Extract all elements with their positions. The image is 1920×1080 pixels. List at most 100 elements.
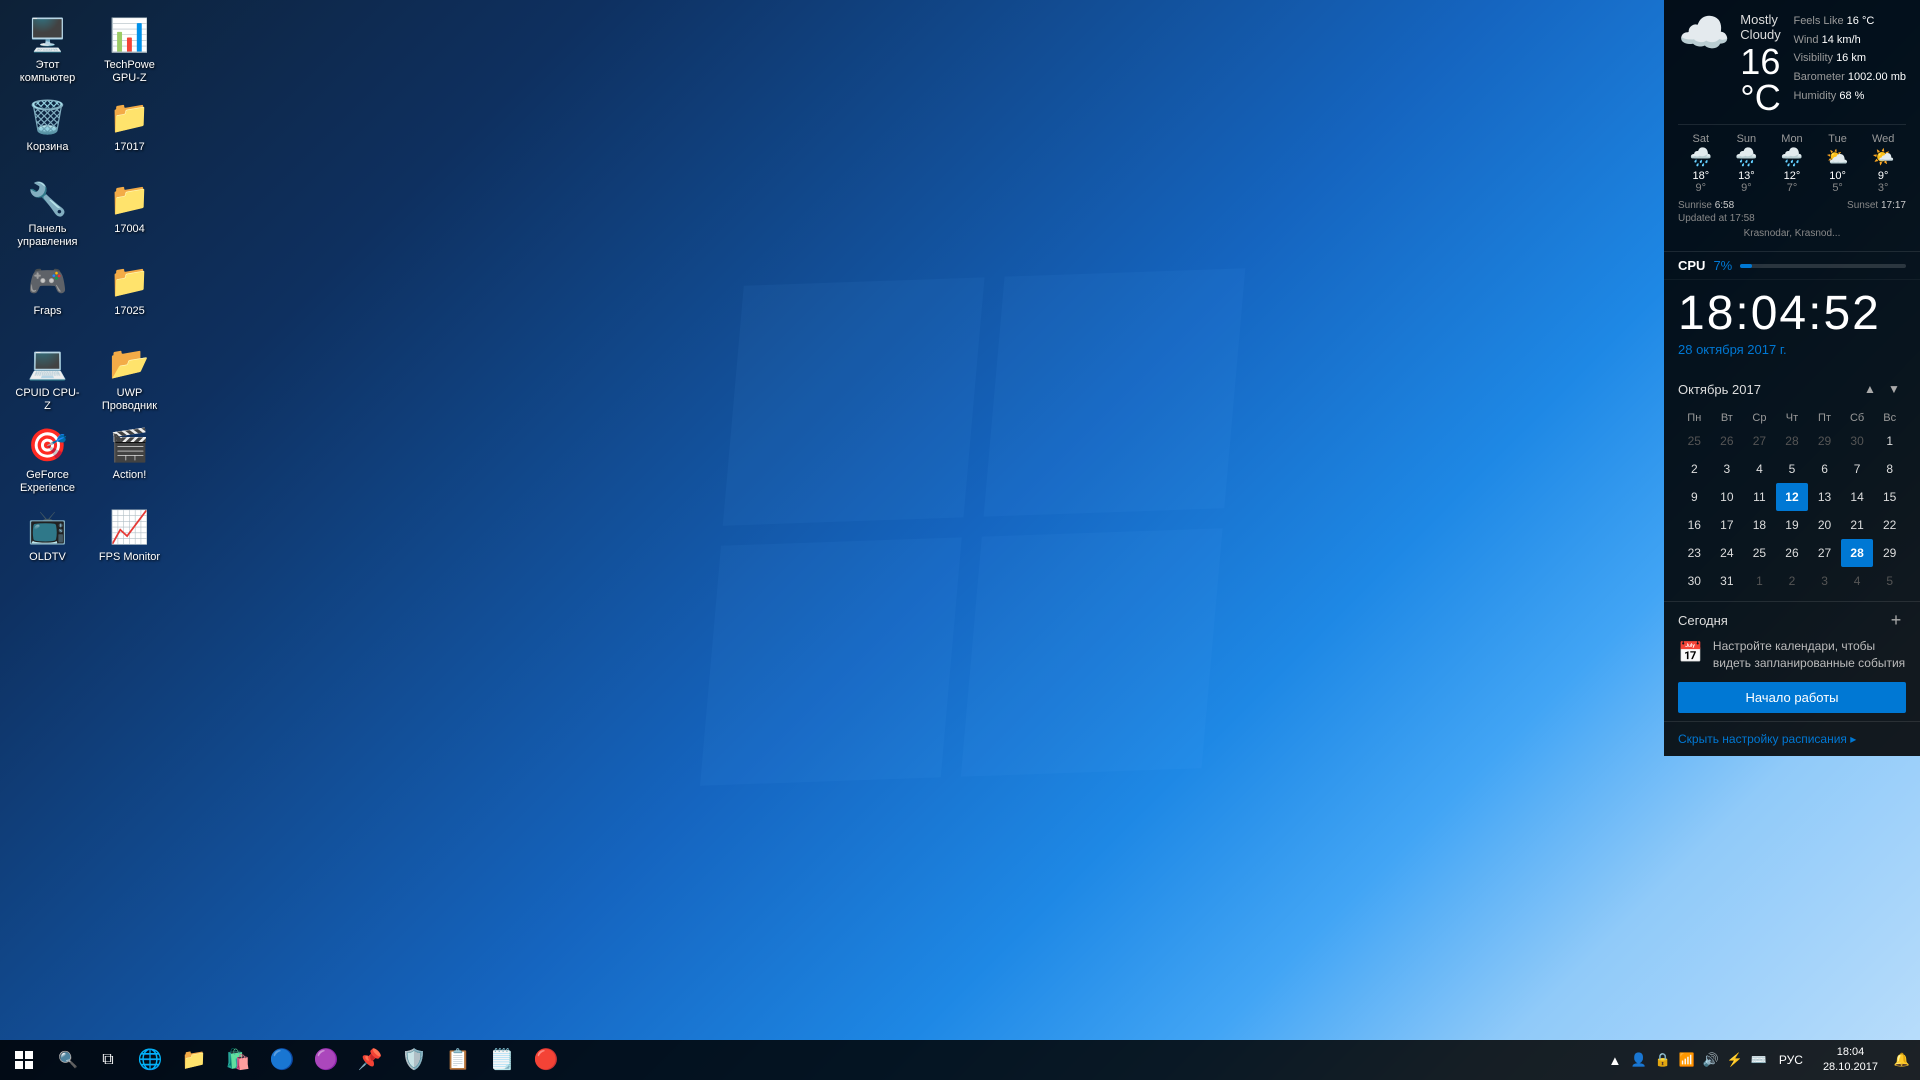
cal-day-0-3[interactable]: 28 [1776,427,1809,455]
tray-sound[interactable]: 🔊 [1701,1050,1721,1070]
wind-label: Wind [1793,34,1818,46]
desktop-icon-oldtv[interactable]: 📺 OLDTV [10,502,85,569]
forecast-sun: Sun 🌧️ 13° 9° [1724,133,1770,194]
cal-day-4-0[interactable]: 23 [1678,539,1711,567]
taskbar-app-app6[interactable]: 📌 [348,1040,392,1080]
today-label: Сегодня [1678,613,1728,628]
desktop-icon-folder-17004[interactable]: 📁 17004 [92,174,167,241]
cal-day-3-6[interactable]: 22 [1873,511,1906,539]
cal-day-4-1[interactable]: 24 [1711,539,1744,567]
calendar-month-year: Октябрь 2017 [1678,382,1858,397]
taskbar-clock-time: 18:04 [1837,1045,1865,1060]
icon-img-control-panel: 🔧 [28,179,68,219]
cal-day-3-4[interactable]: 20 [1808,511,1841,539]
desktop-icon-folder-17025[interactable]: 📁 17025 [92,256,167,323]
taskbar-clock[interactable]: 18:04 28.10.2017 [1813,1045,1888,1076]
desktop-icon-this-pc[interactable]: 🖥️ Этот компьютер [10,10,85,90]
weather-details: Feels Like 16 °C Wind 14 km/h Visibility… [1793,12,1906,105]
cal-day-1-3[interactable]: 5 [1776,455,1809,483]
taskbar-search-button[interactable]: 🔍 [48,1040,88,1080]
icon-label-folder-17004: 17004 [114,223,145,236]
taskbar-app-explorer[interactable]: 📁 [172,1040,216,1080]
cal-day-3-5[interactable]: 21 [1841,511,1874,539]
tray-battery[interactable]: ⚡ [1725,1050,1745,1070]
cal-day-4-5[interactable]: 28 [1841,539,1874,567]
icon-img-fraps: 🎮 [28,261,68,301]
desktop-icon-uwp[interactable]: 📂 UWP Проводник [92,338,167,418]
cal-nav-up[interactable]: ▲ [1858,377,1882,401]
cal-day-5-4[interactable]: 3 [1808,567,1841,595]
tray-show-hidden[interactable]: ▲ [1605,1050,1625,1070]
cal-day-1-1[interactable]: 3 [1711,455,1744,483]
cal-day-5-6[interactable]: 5 [1873,567,1906,595]
taskbar: 🔍 ⧉ 🌐📁🛍️🔵🟣📌🛡️📋🗒️🔴 ▲ 👤 🔒 📶 🔊 ⚡ ⌨️ РУС 18:… [0,1040,1920,1080]
cal-day-4-4[interactable]: 27 [1808,539,1841,567]
cal-day-2-4[interactable]: 13 [1808,483,1841,511]
cal-nav-down[interactable]: ▼ [1882,377,1906,401]
cal-day-5-2[interactable]: 1 [1743,567,1776,595]
cal-day-0-5[interactable]: 30 [1841,427,1874,455]
taskbar-app-app8[interactable]: 📋 [436,1040,480,1080]
cal-day-4-6[interactable]: 29 [1873,539,1906,567]
cal-day-1-2[interactable]: 4 [1743,455,1776,483]
cal-day-2-3[interactable]: 12 [1776,483,1809,511]
taskbar-language[interactable]: РУС [1773,1053,1809,1067]
cal-day-3-2[interactable]: 18 [1743,511,1776,539]
cal-day-2-0[interactable]: 9 [1678,483,1711,511]
cal-day-1-0[interactable]: 2 [1678,455,1711,483]
cal-day-0-1[interactable]: 26 [1711,427,1744,455]
desktop-icon-recycle-bin[interactable]: 🗑️ Корзина [10,92,85,159]
tray-network[interactable]: 📶 [1677,1050,1697,1070]
tray-keyboard[interactable]: ⌨️ [1749,1050,1769,1070]
start-button[interactable] [0,1040,48,1080]
cal-day-3-0[interactable]: 16 [1678,511,1711,539]
task-view-button[interactable]: ⧉ [88,1040,128,1080]
cpu-progress-track [1740,264,1906,268]
tray-notifications[interactable]: 🔔 [1892,1050,1912,1070]
cal-day-0-0[interactable]: 25 [1678,427,1711,455]
cal-day-5-0[interactable]: 30 [1678,567,1711,595]
cal-day-2-2[interactable]: 11 [1743,483,1776,511]
desktop-icon-geforce[interactable]: 🎯 GeForce Experience [10,420,85,500]
cal-day-0-4[interactable]: 29 [1808,427,1841,455]
icon-label-folder-17017: 17017 [114,141,145,154]
cal-day-4-2[interactable]: 25 [1743,539,1776,567]
tray-avatar[interactable]: 👤 [1629,1050,1649,1070]
taskbar-app-app10[interactable]: 🔴 [524,1040,568,1080]
desktop-icon-fps-monitor[interactable]: 📈 FPS Monitor [92,502,167,569]
taskbar-app-store[interactable]: 🛍️ [216,1040,260,1080]
hide-schedule-link[interactable]: Скрыть настройку расписания ▸ [1664,721,1920,756]
tray-user[interactable]: 🔒 [1653,1050,1673,1070]
taskbar-app-app9[interactable]: 🗒️ [480,1040,524,1080]
desktop-icon-control-panel[interactable]: 🔧 Панель управления [10,174,85,254]
today-section: Сегодня + 📅 Настройте календари, чтобы в… [1664,601,1920,721]
taskbar-app-app7[interactable]: 🛡️ [392,1040,436,1080]
cal-day-5-1[interactable]: 31 [1711,567,1744,595]
cal-day-5-5[interactable]: 4 [1841,567,1874,595]
today-add-button[interactable]: + [1886,610,1906,630]
desktop-icon-cpuid[interactable]: 💻 CPUID CPU-Z [10,338,85,418]
cal-day-0-6[interactable]: 1 [1873,427,1906,455]
cal-day-1-5[interactable]: 7 [1841,455,1874,483]
desktop-icon-fraps[interactable]: 🎮 Fraps [10,256,85,323]
cal-day-2-6[interactable]: 15 [1873,483,1906,511]
cal-day-2-5[interactable]: 14 [1841,483,1874,511]
start-work-button[interactable]: Начало работы [1678,682,1906,713]
taskbar-app-winamp[interactable]: 🟣 [304,1040,348,1080]
cal-day-0-2[interactable]: 27 [1743,427,1776,455]
cal-day-1-6[interactable]: 8 [1873,455,1906,483]
cpu-progress-fill [1740,264,1752,268]
cal-day-2-1[interactable]: 10 [1711,483,1744,511]
cal-header-Пт: Пт [1808,409,1841,427]
desktop-icon-techpowerup[interactable]: 📊 TechPowe GPU-Z [92,10,167,90]
cal-day-3-3[interactable]: 19 [1776,511,1809,539]
cal-day-1-4[interactable]: 6 [1808,455,1841,483]
icon-label-uwp: UWP Проводник [97,387,162,413]
cal-day-3-1[interactable]: 17 [1711,511,1744,539]
desktop-icon-action[interactable]: 🎬 Action! [92,420,167,487]
taskbar-app-chrome[interactable]: 🔵 [260,1040,304,1080]
taskbar-app-edge[interactable]: 🌐 [128,1040,172,1080]
cal-day-4-3[interactable]: 26 [1776,539,1809,567]
desktop-icon-folder-17017[interactable]: 📁 17017 [92,92,167,159]
cal-day-5-3[interactable]: 2 [1776,567,1809,595]
